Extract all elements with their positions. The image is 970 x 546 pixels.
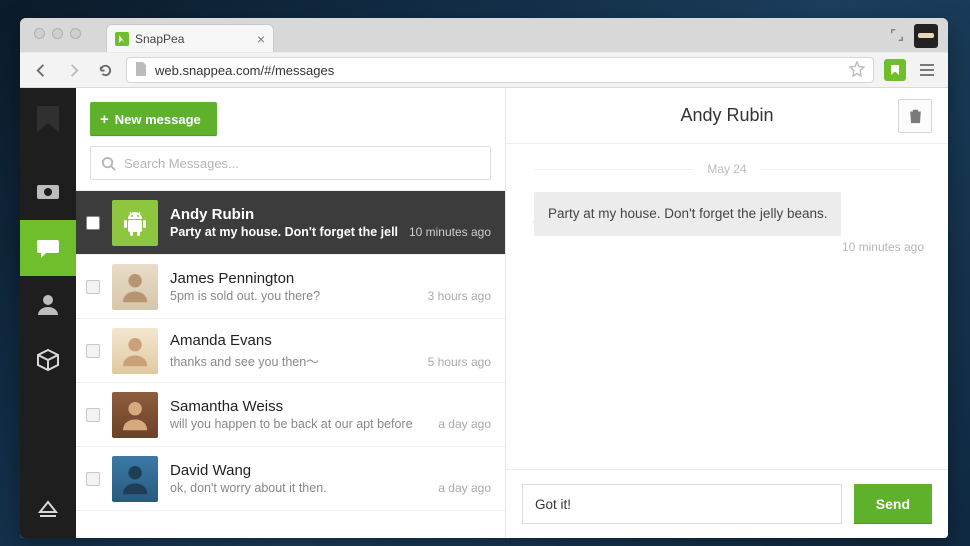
profile-avatar-icon[interactable] bbox=[914, 24, 938, 48]
thread-name: James Pennington bbox=[170, 270, 491, 287]
avatar bbox=[112, 392, 158, 438]
tab-close-icon[interactable]: × bbox=[257, 31, 265, 47]
message-time: 10 minutes ago bbox=[842, 240, 924, 254]
thread-preview: ok, don't worry about it then. bbox=[170, 481, 428, 495]
date-label: May 24 bbox=[707, 162, 746, 176]
avatar bbox=[112, 328, 158, 374]
sidebar-item-messages[interactable] bbox=[20, 220, 76, 276]
trash-icon bbox=[908, 108, 923, 124]
snappea-extension-icon[interactable] bbox=[884, 59, 906, 81]
tab-strip: SnapPea × bbox=[20, 18, 948, 52]
window-controls[interactable] bbox=[34, 28, 81, 39]
sidebar-item-contacts[interactable] bbox=[20, 276, 76, 332]
thread-preview: Party at my house. Don't forget the jell bbox=[170, 225, 399, 239]
search-input[interactable] bbox=[124, 156, 480, 171]
message-row: Party at my house. Don't forget the jell… bbox=[534, 192, 864, 254]
app-logo-icon bbox=[31, 102, 65, 136]
thread-checkbox[interactable] bbox=[86, 344, 100, 358]
favicon-icon bbox=[115, 32, 129, 46]
menu-icon[interactable] bbox=[916, 59, 938, 81]
delete-button[interactable] bbox=[898, 99, 932, 133]
browser-tab[interactable]: SnapPea × bbox=[106, 24, 274, 52]
plus-icon: + bbox=[100, 111, 109, 128]
search-icon bbox=[101, 156, 116, 171]
browser-window: SnapPea × bbox=[20, 18, 948, 538]
thread-checkbox[interactable] bbox=[86, 408, 100, 422]
nav-forward-icon[interactable] bbox=[62, 59, 84, 81]
thread-item[interactable]: Amanda Evans thanks and see you then～ 5 … bbox=[76, 319, 505, 383]
page-icon bbox=[135, 62, 147, 79]
bookmark-star-icon[interactable] bbox=[849, 61, 865, 80]
sidebar-item-apps[interactable] bbox=[20, 332, 76, 388]
thread-list-pane: + New message Andy Rubin bbox=[76, 88, 506, 538]
sidebar-item-photos[interactable] bbox=[20, 164, 76, 220]
conversation-header: Andy Rubin bbox=[506, 88, 948, 144]
composer-input[interactable] bbox=[522, 484, 842, 524]
thread-preview: 5pm is sold out. you there? bbox=[170, 289, 418, 303]
thread-time: a day ago bbox=[438, 417, 491, 431]
traffic-minimize[interactable] bbox=[52, 28, 63, 39]
reload-icon[interactable] bbox=[94, 59, 116, 81]
thread-time: a day ago bbox=[438, 481, 491, 495]
conversation-body: May 24 Party at my house. Don't forget t… bbox=[506, 144, 948, 469]
browser-toolbar bbox=[20, 52, 948, 88]
search-box[interactable] bbox=[90, 146, 491, 180]
sidebar bbox=[20, 88, 76, 538]
tab-title: SnapPea bbox=[135, 32, 184, 46]
thread-preview: will you happen to be back at our apt be… bbox=[170, 417, 428, 431]
composer: Send bbox=[506, 469, 948, 538]
thread-item[interactable]: David Wang ok, don't worry about it then… bbox=[76, 447, 505, 511]
new-message-button[interactable]: + New message bbox=[90, 102, 217, 136]
thread-item[interactable]: Andy Rubin Party at my house. Don't forg… bbox=[76, 191, 505, 255]
threads: Andy Rubin Party at my house. Don't forg… bbox=[76, 191, 505, 538]
thread-name: Amanda Evans bbox=[170, 332, 491, 349]
address-bar[interactable] bbox=[126, 57, 874, 83]
traffic-zoom[interactable] bbox=[70, 28, 81, 39]
thread-name: Andy Rubin bbox=[170, 206, 491, 223]
thread-item[interactable]: Samantha Weiss will you happen to be bac… bbox=[76, 383, 505, 447]
message-bubble: Party at my house. Don't forget the jell… bbox=[534, 192, 841, 236]
avatar bbox=[112, 200, 158, 246]
thread-checkbox[interactable] bbox=[86, 472, 100, 486]
url-input[interactable] bbox=[155, 63, 841, 78]
thread-preview: thanks and see you then～ bbox=[170, 351, 418, 370]
avatar bbox=[112, 264, 158, 310]
conversation-pane: Andy Rubin May 24 Party at my house. Don… bbox=[506, 88, 948, 538]
sidebar-item-eject[interactable] bbox=[20, 482, 76, 538]
send-button[interactable]: Send bbox=[854, 484, 932, 524]
thread-time: 10 minutes ago bbox=[409, 225, 491, 239]
thread-time: 3 hours ago bbox=[428, 289, 491, 303]
app-body: + New message Andy Rubin bbox=[20, 88, 948, 538]
traffic-close[interactable] bbox=[34, 28, 45, 39]
thread-name: Samantha Weiss bbox=[170, 398, 491, 415]
thread-name: David Wang bbox=[170, 462, 491, 479]
date-divider: May 24 bbox=[534, 162, 920, 176]
thread-time: 5 hours ago bbox=[428, 355, 491, 369]
nav-back-icon[interactable] bbox=[30, 59, 52, 81]
thread-checkbox[interactable] bbox=[86, 216, 100, 230]
conversation-title: Andy Rubin bbox=[568, 105, 886, 126]
new-message-label: New message bbox=[115, 112, 201, 127]
thread-checkbox[interactable] bbox=[86, 280, 100, 294]
avatar bbox=[112, 456, 158, 502]
thread-item[interactable]: James Pennington 5pm is sold out. you th… bbox=[76, 255, 505, 319]
fullscreen-icon[interactable] bbox=[890, 28, 904, 45]
